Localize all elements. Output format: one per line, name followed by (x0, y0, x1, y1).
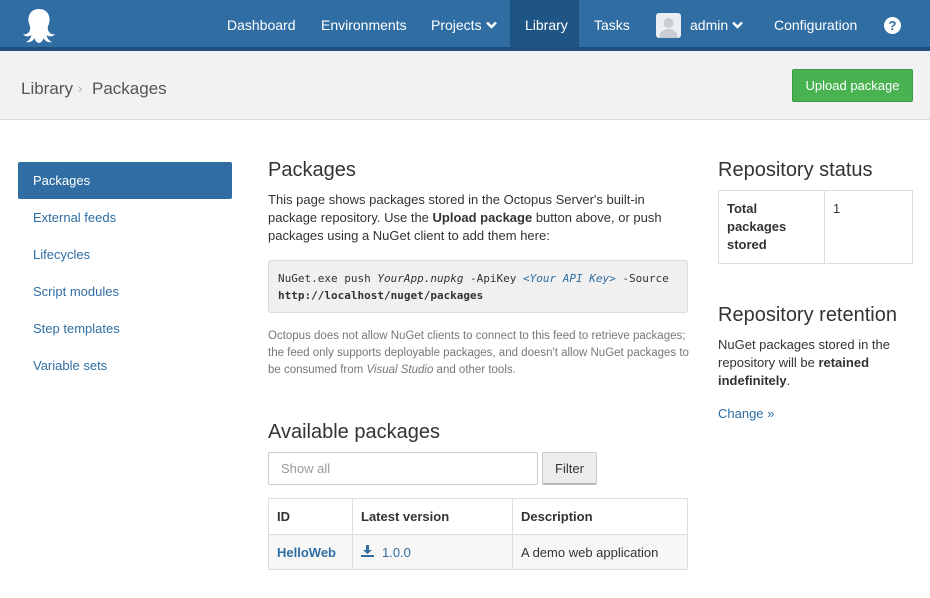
chevron-down-icon (485, 21, 497, 29)
packages-table: ID Latest version Description HelloWeb 1… (268, 498, 688, 570)
repository-retention-title: Repository retention (718, 304, 897, 326)
table-header-row: ID Latest version Description (268, 498, 688, 535)
package-description-cell: A demo web application (512, 534, 688, 570)
sidebar-item-script-modules[interactable]: Script modules (18, 273, 232, 310)
sidebar-item-step-templates[interactable]: Step templates (18, 310, 232, 347)
breadcrumb-separator: › (78, 81, 83, 96)
total-packages-value: 1 (824, 190, 913, 264)
column-header-latest-version: Latest version (352, 498, 513, 535)
breadcrumb-library[interactable]: Library (21, 79, 73, 99)
page-title: Packages (268, 159, 356, 181)
nav-dashboard[interactable]: Dashboard (227, 0, 296, 47)
table-row: HelloWeb 1.0.0 A demo web application (268, 534, 688, 570)
change-retention-link[interactable]: Change » (718, 406, 774, 421)
repository-status-table: Total packages stored 1 (718, 190, 913, 264)
help-icon[interactable]: ? (884, 17, 901, 34)
nav-library[interactable]: Library (510, 0, 579, 47)
nuget-push-command: NuGet.exe push YourApp.nupkg -ApiKey <Yo… (268, 260, 688, 313)
nav-projects[interactable]: Projects (431, 0, 497, 47)
page-header: Library › Packages Upload package (0, 51, 930, 120)
available-packages-title: Available packages (268, 421, 440, 443)
chevron-down-icon (732, 21, 743, 29)
filter-button[interactable]: Filter (542, 452, 597, 485)
sidebar-item-packages[interactable]: Packages (18, 162, 232, 199)
download-icon[interactable] (361, 545, 374, 558)
intro-text: This page shows packages stored in the O… (268, 192, 662, 243)
package-version-cell: 1.0.0 (352, 534, 513, 570)
status-row: Total packages stored 1 (718, 190, 913, 264)
package-id-link[interactable]: HelloWeb (277, 545, 336, 560)
top-nav: Dashboard Environments Projects Library … (0, 0, 930, 51)
column-header-description: Description (512, 498, 688, 535)
nav-configuration[interactable]: Configuration (774, 0, 857, 47)
nav-user-menu[interactable]: admin (690, 0, 743, 47)
user-avatar-icon (659, 18, 678, 38)
nuget-note: Octopus does not allow NuGet clients to … (268, 330, 689, 376)
breadcrumb-current: Packages (92, 79, 167, 98)
repository-status-title: Repository status (718, 159, 873, 181)
sidebar-item-variable-sets[interactable]: Variable sets (18, 347, 232, 384)
nav-tasks[interactable]: Tasks (594, 0, 630, 47)
package-id-cell: HelloWeb (268, 534, 353, 570)
package-version-link[interactable]: 1.0.0 (382, 545, 411, 560)
nav-environments[interactable]: Environments (321, 0, 407, 47)
filter-input[interactable] (268, 452, 538, 485)
total-packages-label: Total packages stored (718, 190, 825, 264)
upload-package-button[interactable]: Upload package (792, 69, 913, 102)
sidebar-item-external-feeds[interactable]: External feeds (18, 199, 232, 236)
sidebar-item-lifecycles[interactable]: Lifecycles (18, 236, 232, 273)
octopus-logo-icon[interactable] (22, 6, 56, 44)
column-header-id: ID (268, 498, 353, 535)
avatar[interactable] (656, 13, 681, 38)
retention-text: NuGet packages stored in the repository … (718, 337, 890, 388)
